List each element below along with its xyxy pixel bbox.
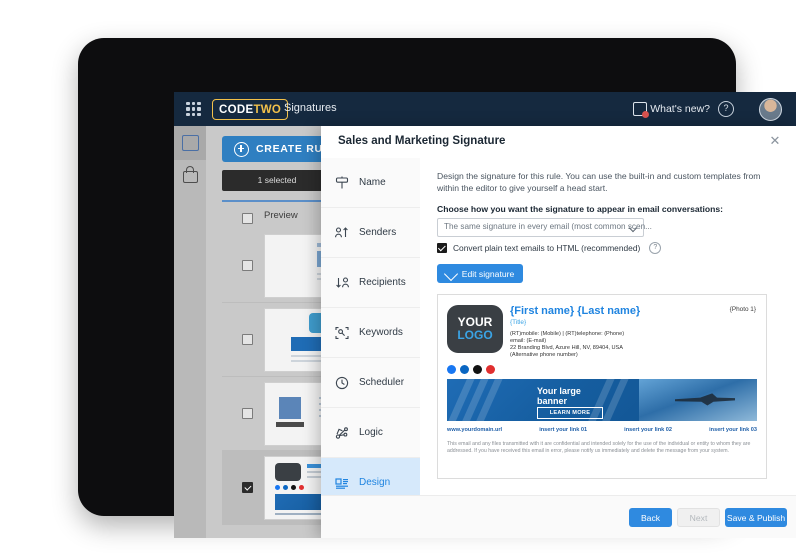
nav-label: Recipients bbox=[359, 277, 406, 288]
logo-line-2: LOGO bbox=[457, 328, 493, 342]
rail-item-security[interactable] bbox=[174, 160, 206, 194]
signature-alt-phone-line: (Alternative phone number) bbox=[510, 352, 578, 358]
nav-label: Name bbox=[359, 177, 386, 188]
help-icon[interactable]: ? bbox=[649, 242, 662, 254]
design-icon bbox=[334, 475, 350, 491]
signature-link[interactable]: insert your link 01 bbox=[539, 427, 587, 433]
dialog-body: Design the signature for this rule. You … bbox=[420, 158, 796, 495]
banner-line-2: banner bbox=[537, 396, 568, 406]
senders-icon bbox=[334, 225, 350, 241]
appearance-question-label: Choose how you want the signature to app… bbox=[437, 204, 724, 214]
tablet-device-frame: CODE TWO Signatures What's new? ? CREATE… bbox=[78, 38, 796, 538]
convert-html-label: Convert plain text emails to HTML (recom… bbox=[453, 243, 641, 253]
nav-label: Design bbox=[359, 477, 391, 488]
select-all-checkbox[interactable] bbox=[242, 213, 253, 224]
screenshot-root: CODE TWO Signatures What's new? ? CREATE… bbox=[0, 0, 800, 560]
app-grid-icon[interactable] bbox=[186, 102, 201, 116]
row-checkbox[interactable] bbox=[242, 482, 253, 493]
signature-links-row: www.yourdomain.url insert your link 01 i… bbox=[447, 427, 757, 433]
signature-address-line: 22 Branding Blvd, Azure Hill, NV, 89404,… bbox=[510, 345, 623, 351]
codetwo-logo[interactable]: CODE TWO bbox=[212, 99, 289, 120]
banner-photo bbox=[639, 379, 757, 421]
jet-plane-image bbox=[675, 393, 735, 406]
x-icon[interactable] bbox=[473, 365, 482, 374]
help-icon[interactable]: ? bbox=[718, 101, 734, 117]
megaphone-badge-icon bbox=[633, 102, 650, 118]
intro-text: Design the signature for this rule. You … bbox=[437, 171, 761, 193]
nav-item-name[interactable]: Name bbox=[321, 158, 420, 208]
banner-cta-label: LEARN MORE bbox=[549, 410, 591, 416]
signature-photo-placeholder: {Photo 1} bbox=[729, 306, 756, 313]
plus-circle-icon bbox=[234, 141, 249, 157]
nav-item-logic[interactable]: Logic bbox=[321, 408, 420, 458]
signature-preview: YOUR LOGO {First name} {Last name} {Titl… bbox=[437, 294, 767, 479]
signature-disclaimer: This email and any files transmitted wit… bbox=[447, 441, 751, 454]
linkedin-icon[interactable] bbox=[460, 365, 469, 374]
pencil-icon bbox=[443, 266, 458, 281]
banner-text: Your large banner bbox=[537, 386, 581, 406]
nav-label: Keywords bbox=[359, 327, 403, 338]
recipients-icon bbox=[334, 275, 350, 291]
edit-signature-button[interactable]: Edit signature bbox=[437, 264, 523, 283]
nav-item-recipients[interactable]: Recipients bbox=[321, 258, 420, 308]
signature-rule-dialog: Sales and Marketing Signature ✕ Name Sen… bbox=[321, 126, 796, 538]
social-icons-row bbox=[447, 365, 495, 374]
row-checkbox[interactable] bbox=[242, 334, 253, 345]
signature-email-line: email: (E-mail) bbox=[510, 338, 547, 344]
nav-item-scheduler[interactable]: Scheduler bbox=[321, 358, 420, 408]
dialog-title: Sales and Marketing Signature bbox=[338, 135, 506, 147]
nav-item-keywords[interactable]: Keywords bbox=[321, 308, 420, 358]
whats-new-button[interactable]: What's new? bbox=[633, 102, 710, 118]
youtube-icon[interactable] bbox=[486, 365, 495, 374]
signature-link[interactable]: insert your link 03 bbox=[709, 427, 757, 433]
facebook-icon[interactable] bbox=[447, 365, 456, 374]
convert-html-checkbox[interactable] bbox=[437, 243, 447, 253]
signature-name: {First name} {Last name} bbox=[510, 305, 641, 317]
signature-banner[interactable]: Your large banner LEARN MORE bbox=[447, 379, 757, 421]
banner-cta-button[interactable]: LEARN MORE bbox=[537, 407, 603, 419]
preview-column-label: Preview bbox=[264, 210, 298, 221]
nav-label: Senders bbox=[359, 227, 397, 238]
convert-html-row[interactable]: Convert plain text emails to HTML (recom… bbox=[437, 242, 662, 254]
signpost-icon bbox=[334, 175, 350, 191]
next-button[interactable]: Next bbox=[677, 508, 720, 527]
top-app-bar: CODE TWO Signatures What's new? ? bbox=[174, 92, 796, 126]
selected-count-label: 1 selected bbox=[257, 175, 297, 185]
clock-icon bbox=[334, 375, 350, 391]
edit-signature-label: Edit signature bbox=[461, 268, 515, 279]
avatar[interactable] bbox=[759, 98, 782, 121]
save-publish-button[interactable]: Save & Publish bbox=[725, 508, 787, 527]
dialog-footer: Back Next Save & Publish bbox=[321, 495, 796, 538]
logo-code-text: CODE bbox=[219, 103, 254, 116]
select-value: The same signature in every email (most … bbox=[444, 222, 652, 231]
signature-link[interactable]: www.yourdomain.url bbox=[447, 427, 502, 433]
signature-title: {Title} bbox=[510, 319, 527, 326]
app-title: Signatures bbox=[284, 102, 337, 114]
logic-icon bbox=[334, 425, 350, 441]
nav-label: Scheduler bbox=[359, 377, 405, 388]
row-checkbox[interactable] bbox=[242, 260, 253, 271]
nav-label: Logic bbox=[359, 427, 383, 438]
rail-item-signatures[interactable] bbox=[174, 126, 206, 160]
nav-item-senders[interactable]: Senders bbox=[321, 208, 420, 258]
dialog-header: Sales and Marketing Signature ✕ bbox=[321, 126, 796, 159]
signatures-icon bbox=[181, 135, 199, 151]
back-button[interactable]: Back bbox=[629, 508, 672, 527]
banner-line-1: Your large bbox=[537, 386, 581, 396]
row-checkbox[interactable] bbox=[242, 408, 253, 419]
logo-two-text: TWO bbox=[253, 103, 282, 116]
dialog-step-nav: Name Senders Recipients Keywords Schedul… bbox=[321, 158, 421, 508]
signature-appearance-select[interactable]: The same signature in every email (most … bbox=[437, 218, 652, 237]
your-logo-placeholder: YOUR LOGO bbox=[447, 305, 503, 353]
signature-contact-line: (RT)mobile: (Mobile) | (RT)telephone: (P… bbox=[510, 331, 625, 337]
lock-icon bbox=[182, 166, 198, 183]
whats-new-label: What's new? bbox=[650, 103, 710, 115]
left-icon-rail bbox=[174, 126, 206, 538]
keywords-icon bbox=[334, 325, 350, 341]
tablet-screen: CODE TWO Signatures What's new? ? CREATE… bbox=[174, 92, 796, 538]
signature-link[interactable]: insert your link 02 bbox=[624, 427, 672, 433]
close-icon[interactable]: ✕ bbox=[768, 134, 782, 148]
